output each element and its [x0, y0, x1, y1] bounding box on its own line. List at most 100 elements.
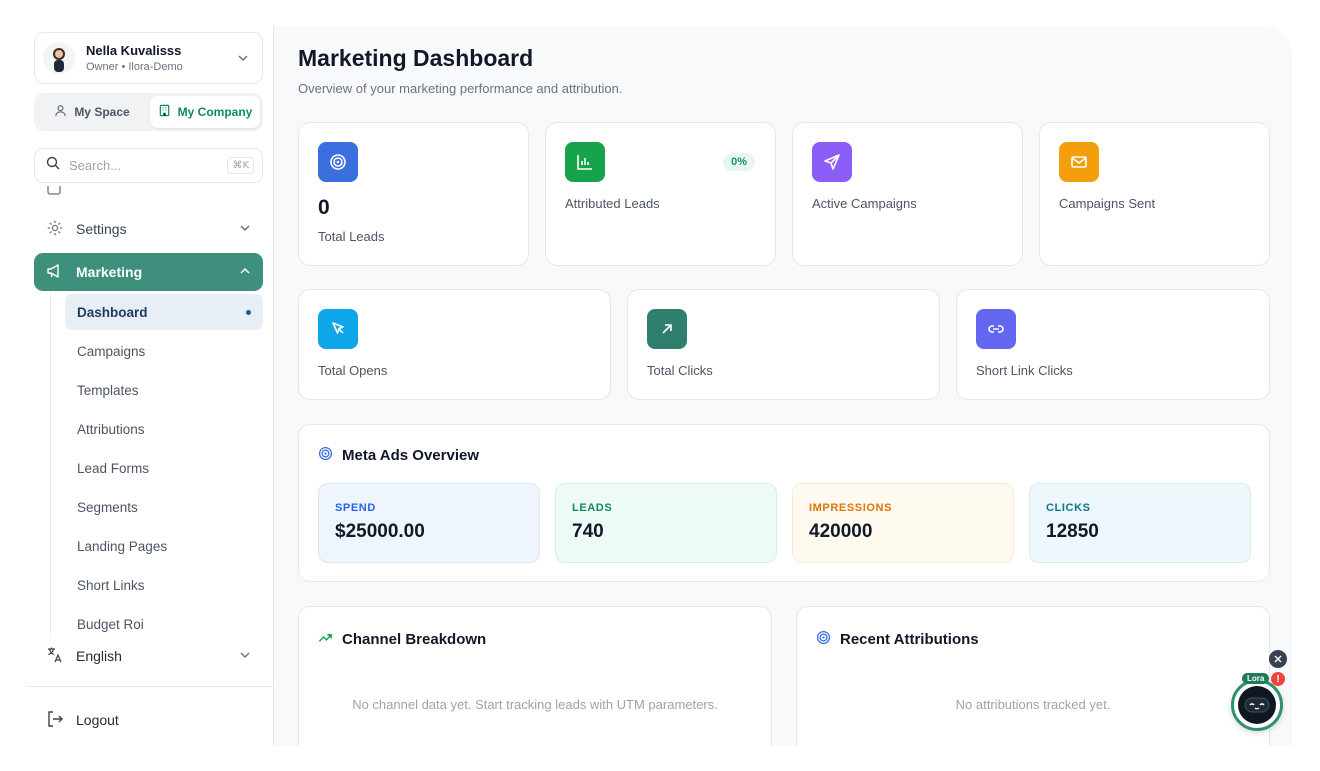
notification-badge: ! [1271, 672, 1285, 686]
stat-label: Total Opens [318, 363, 388, 378]
assistant-tag: Lora [1242, 673, 1270, 684]
target-icon [318, 142, 358, 182]
send-icon [812, 142, 852, 182]
sidebar-subitem-segments[interactable]: Segments [65, 489, 263, 525]
metric-value: 12850 [1046, 521, 1099, 542]
sidebar-item-partial[interactable] [34, 186, 263, 208]
sidebar: Nella Kuvalisss Owner • Ilora-Demo My Sp… [26, 26, 274, 746]
my-space-label: My Space [74, 105, 130, 119]
metric-spend: SPEND $25000.00 [318, 483, 540, 563]
subitem-label: Short Links [77, 577, 145, 593]
search-placeholder: Search... [69, 158, 122, 173]
metric-value: 420000 [809, 521, 873, 542]
robot-icon [1238, 686, 1276, 724]
subitem-label: Dashboard [77, 304, 148, 320]
nav-menu: Settings Marketing Dashboard Campaigns T… [26, 186, 273, 638]
sidebar-subitem-dashboard[interactable]: Dashboard [65, 294, 263, 330]
page-title: Marketing Dashboard [298, 45, 534, 71]
meta-ads-overview: Meta Ads Overview SPEND $25000.00 LEADS … [298, 424, 1270, 582]
trending-up-icon [318, 630, 333, 649]
subitem-label: Budget Roi [77, 616, 144, 632]
my-company-button[interactable]: My Company [150, 96, 260, 128]
chevron-down-icon [236, 51, 250, 65]
metric-label: LEADS [572, 502, 613, 514]
section-title: Meta Ads Overview [342, 447, 479, 464]
divider [26, 686, 273, 687]
subitem-label: Templates [77, 382, 139, 398]
metric-label: IMPRESSIONS [809, 502, 893, 514]
stat-label: Short Link Clicks [976, 363, 1073, 378]
cursor-icon [318, 309, 358, 349]
metric-value: $25000.00 [335, 521, 425, 542]
metric-impressions: IMPRESSIONS 420000 [792, 483, 1014, 563]
megaphone-icon [46, 262, 64, 283]
search-icon [46, 156, 60, 175]
user-icon [54, 104, 67, 120]
bar-chart-icon [565, 142, 605, 182]
sidebar-subitem-lead-forms[interactable]: Lead Forms [65, 450, 263, 486]
section-title: Recent Attributions [840, 631, 979, 648]
chevron-down-icon [239, 648, 251, 664]
logout-label: Logout [76, 712, 119, 728]
stat-card-total-leads: 0 Total Leads [298, 122, 529, 266]
sidebar-item-marketing[interactable]: Marketing [34, 253, 263, 291]
my-space-button[interactable]: My Space [37, 96, 147, 128]
stat-label: Campaigns Sent [1059, 196, 1156, 211]
chevron-down-icon [239, 221, 251, 237]
sidebar-subitem-landing-pages[interactable]: Landing Pages [65, 528, 263, 564]
assistant-launcher[interactable] [1231, 679, 1283, 731]
stat-label: Attributed Leads [565, 196, 660, 211]
marketing-label: Marketing [76, 264, 143, 280]
stat-card-active-campaigns: Active Campaigns [792, 122, 1023, 266]
link-icon [976, 309, 1016, 349]
main-content: Marketing Dashboard Overview of your mar… [274, 26, 1292, 746]
subitem-label: Attributions [77, 421, 145, 437]
avatar [43, 42, 75, 74]
my-company-label: My Company [177, 105, 253, 119]
close-icon [1274, 655, 1282, 663]
channel-breakdown-card: Channel Breakdown No channel data yet. S… [298, 606, 772, 746]
sidebar-subitem-short-links[interactable]: Short Links [65, 567, 263, 603]
active-dot [246, 310, 251, 315]
page-subtitle: Overview of your marketing performance a… [298, 81, 623, 96]
stat-card-total-opens: Total Opens [298, 289, 611, 400]
stat-value: 0 [318, 196, 330, 219]
arrow-up-right-icon [647, 309, 687, 349]
logout-button[interactable]: Logout [34, 702, 263, 738]
search-input[interactable]: Search... ⌘K [34, 148, 263, 183]
target-icon [816, 630, 831, 649]
stat-card-short-link-clicks: Short Link Clicks [956, 289, 1270, 400]
metric-clicks: CLICKS 12850 [1029, 483, 1251, 563]
settings-label: Settings [76, 221, 127, 237]
sidebar-subitem-budget-roi[interactable]: Budget Roi [65, 606, 263, 638]
target-icon [318, 446, 333, 465]
sidebar-item-settings[interactable]: Settings [34, 210, 263, 248]
language-selector[interactable]: English [34, 638, 263, 674]
app-window: Nella Kuvalisss Owner • Ilora-Demo My Sp… [26, 26, 1292, 746]
metric-value: 740 [572, 521, 604, 542]
sidebar-subitem-templates[interactable]: Templates [65, 372, 263, 408]
space-toggle: My Space My Company [34, 93, 263, 131]
language-label: English [76, 648, 122, 664]
stat-label: Total Clicks [647, 363, 713, 378]
gear-icon [46, 219, 64, 240]
subitem-label: Campaigns [77, 343, 146, 359]
metric-label: SPEND [335, 502, 376, 514]
search-shortcut: ⌘K [227, 157, 254, 174]
metric-label: CLICKS [1046, 502, 1091, 514]
building-icon [158, 104, 171, 120]
section-title: Channel Breakdown [342, 631, 487, 648]
stat-label: Total Leads [318, 229, 385, 244]
close-assistant-button[interactable] [1269, 650, 1287, 668]
section-header: Channel Breakdown [318, 630, 486, 649]
sidebar-subitem-campaigns[interactable]: Campaigns [65, 333, 263, 369]
subitem-label: Segments [77, 499, 138, 515]
sidebar-subitem-attributions[interactable]: Attributions [65, 411, 263, 447]
empty-state-text: No channel data yet. Start tracking lead… [352, 697, 718, 712]
user-switcher[interactable]: Nella Kuvalisss Owner • Ilora-Demo [34, 32, 263, 84]
mail-icon [1059, 142, 1099, 182]
translate-icon [46, 646, 64, 667]
chevron-up-icon [239, 264, 251, 280]
recent-attributions-card: Recent Attributions No attributions trac… [796, 606, 1270, 746]
stat-card-total-clicks: Total Clicks [627, 289, 940, 400]
